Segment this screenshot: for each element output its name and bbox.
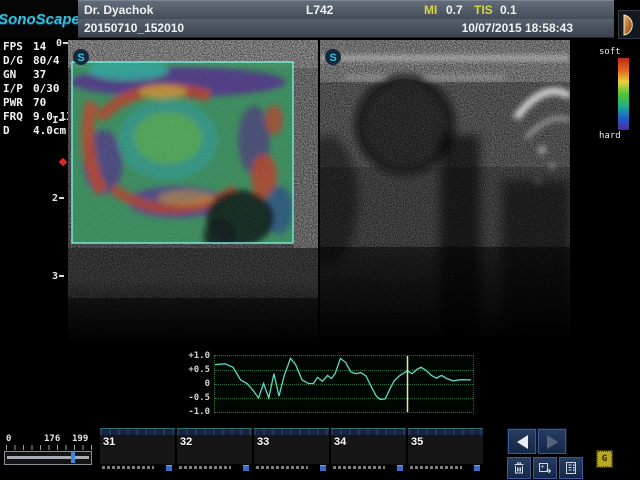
strain-curve-graph (214, 355, 474, 413)
export-image-button[interactable] (533, 457, 557, 479)
image-export-icon (538, 461, 552, 475)
thumbnail-number: 34 (334, 436, 346, 448)
depth-mark-2: 2 (52, 193, 64, 204)
sector-probe-icon (621, 13, 639, 37)
elasto-color-scale (618, 58, 629, 130)
grayscale-mode-badge: G (597, 451, 612, 467)
mi-value: 0.7 (446, 3, 463, 17)
ultrasound-screen: SonoScape Dr. Dyachok L742 MI 0.7 TIS 0.… (0, 0, 640, 480)
cine-slider-thumb[interactable] (71, 451, 75, 463)
depth-mark-3: 3 (52, 271, 64, 282)
thumbnail-strip: 31 32 33 34 35 (100, 428, 485, 471)
thumbnail-disk-icon (474, 465, 480, 471)
thumbnail-number: 31 (103, 436, 115, 448)
elastography-image-panel: S (68, 40, 318, 345)
thumbnail-image: 31 (100, 435, 175, 464)
thumbnail-disk-icon (397, 465, 403, 471)
cine-tick-176: 176 (44, 434, 60, 444)
delete-image-button[interactable] (507, 457, 531, 479)
thumbnail-caption (331, 464, 406, 471)
thumbnail-disk-icon (166, 465, 172, 471)
thumbnail-nav-panel (507, 428, 567, 453)
cine-slider-track[interactable] (4, 451, 92, 465)
prev-page-button[interactable] (508, 429, 536, 454)
next-page-button[interactable] (538, 429, 566, 454)
thumbnail-33[interactable]: 33 (254, 428, 329, 471)
exam-id: 20150710_152010 (84, 21, 184, 35)
thumbnail-number: 32 (180, 436, 192, 448)
probe-model: L742 (306, 3, 333, 17)
thumbnail-disk-icon (243, 465, 249, 471)
thumbnail-caption (177, 464, 252, 471)
thumbnail-header (100, 428, 175, 435)
cine-tick-199: 199 (72, 434, 88, 444)
thumbnail-caption (100, 464, 175, 471)
cine-tick-0: 0 (6, 434, 11, 444)
report-list-button[interactable] (559, 457, 583, 479)
cine-slider-fill (7, 456, 89, 459)
thumbnail-number: 35 (411, 436, 423, 448)
strain-curve-svg (215, 356, 471, 412)
trash-icon (512, 461, 526, 475)
arrow-right-icon (547, 435, 558, 449)
cine-tick-marks (6, 445, 92, 450)
focus-position-marker[interactable] (59, 158, 67, 166)
graph-tick-0: 0 (180, 379, 210, 389)
thumbnail-caption (408, 464, 483, 471)
tis-label: TIS (474, 3, 493, 17)
thumbnail-image: 35 (408, 435, 483, 464)
svg-text:S: S (77, 52, 84, 64)
mi-label: MI (424, 3, 437, 17)
elasto-scale-soft-label: soft (599, 47, 621, 57)
brand-name: SonoScape (0, 11, 80, 28)
depth-mark-0: 0 (56, 38, 68, 49)
depth-mark-1: 1 (52, 115, 64, 126)
probe-select-button[interactable] (618, 10, 640, 39)
elasto-scale-hard-label: hard (599, 131, 621, 141)
strain-curve (215, 358, 471, 399)
thumbnail-header (331, 428, 406, 435)
header-row-2: 20150710_152010 10/07/2015 18:58:43 (78, 19, 614, 38)
image-tools (507, 457, 585, 479)
thumbnail-header (177, 428, 252, 435)
thumbnail-34[interactable]: 34 (331, 428, 406, 471)
thumbnail-32[interactable]: 32 (177, 428, 252, 471)
brand-logo: SonoScape (0, 0, 78, 38)
graph-tick-p10: +1.0 (180, 351, 210, 361)
datetime: 10/07/2015 18:58:43 (462, 21, 573, 35)
report-list-icon (564, 461, 578, 475)
thumbnail-image: 33 (254, 435, 329, 464)
graph-tick-m10: -1.0 (180, 407, 210, 417)
s-logo-icon: S (325, 49, 341, 65)
svg-text:S: S (329, 52, 336, 64)
tis-value: 0.1 (500, 3, 517, 17)
thumbnail-number: 33 (257, 436, 269, 448)
thumbnail-image: 32 (177, 435, 252, 464)
thumbnail-header (408, 428, 483, 435)
thumbnail-disk-icon (320, 465, 326, 471)
thumbnail-caption (254, 464, 329, 471)
bmode-image-panel: S (320, 40, 570, 345)
thumbnail-35[interactable]: 35 (408, 428, 483, 471)
graph-tick-p05: +0.5 (180, 365, 210, 375)
thumbnail-header (254, 428, 329, 435)
graph-tick-m05: -0.5 (180, 393, 210, 403)
cine-loop-slider: 0 176 199 (4, 434, 94, 468)
s-logo-icon: S (73, 49, 89, 65)
thumbnail-31[interactable]: 31 (100, 428, 175, 471)
header-row-1: Dr. Dyachok L742 MI 0.7 TIS 0.1 (78, 0, 614, 20)
physician-name: Dr. Dyachok (84, 3, 153, 17)
arrow-left-icon (517, 435, 528, 449)
thumbnail-image: 34 (331, 435, 406, 464)
